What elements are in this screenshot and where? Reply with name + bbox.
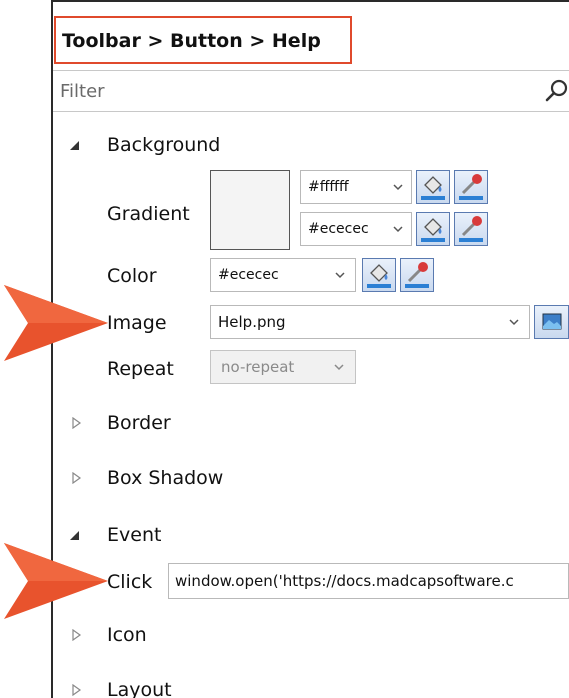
browse-image-button[interactable] xyxy=(534,305,569,339)
collapsed-triangle-icon[interactable] xyxy=(70,417,82,429)
chevron-down-icon xyxy=(393,226,403,233)
eyedropper-icon xyxy=(459,216,483,242)
paint-bucket-icon xyxy=(421,218,445,242)
section-background[interactable]: Background xyxy=(107,133,220,157)
chevron-down-icon xyxy=(393,184,403,191)
eyedropper-icon xyxy=(459,174,483,200)
fill-color-button[interactable] xyxy=(416,170,450,204)
chevron-down-icon xyxy=(335,272,345,279)
paint-bucket-icon xyxy=(421,176,445,200)
image-select[interactable]: Help.png xyxy=(210,305,530,339)
chevron-down-icon xyxy=(509,319,519,326)
collapsed-triangle-icon[interactable] xyxy=(70,472,82,484)
eyedropper-icon xyxy=(405,262,429,288)
click-event-field[interactable]: window.open('https://docs.madcapsoftware… xyxy=(168,563,569,599)
breadcrumb: Toolbar > Button > Help xyxy=(62,30,321,52)
fill-color-button[interactable] xyxy=(416,212,450,246)
image-value: Help.png xyxy=(218,313,286,331)
pick-color-button[interactable] xyxy=(454,212,488,246)
fill-color-button[interactable] xyxy=(362,258,396,292)
pick-color-button[interactable] xyxy=(454,170,488,204)
gradient-stop2-value: #ececec xyxy=(308,221,369,237)
callout-arrow-icon xyxy=(4,543,108,619)
divider xyxy=(53,111,569,112)
section-box-shadow[interactable]: Box Shadow xyxy=(107,466,223,490)
section-border[interactable]: Border xyxy=(107,411,171,435)
image-browse-icon xyxy=(542,313,562,330)
repeat-label: Repeat xyxy=(107,358,174,380)
chevron-down-icon xyxy=(334,364,344,371)
section-layout[interactable]: Layout xyxy=(107,678,172,698)
click-label: Click xyxy=(107,571,153,593)
paint-bucket-icon xyxy=(367,264,391,288)
color-label: Color xyxy=(107,265,157,287)
collapsed-triangle-icon[interactable] xyxy=(70,684,82,696)
pick-color-button[interactable] xyxy=(400,258,434,292)
search-icon[interactable] xyxy=(544,78,569,104)
repeat-value: no-repeat xyxy=(221,358,295,376)
expanded-triangle-icon[interactable] xyxy=(68,139,80,151)
gradient-preview[interactable] xyxy=(210,170,290,250)
click-event-value: window.open('https://docs.madcapsoftware… xyxy=(175,572,514,590)
image-label: Image xyxy=(107,312,167,334)
properties-panel-screenshot: Toolbar > Button > Help Background Gradi… xyxy=(0,0,569,698)
section-event[interactable]: Event xyxy=(107,523,161,547)
gradient-stop1-value: #ffffff xyxy=(308,179,349,195)
expanded-triangle-icon[interactable] xyxy=(68,529,80,541)
callout-arrow-icon xyxy=(4,285,108,361)
filter-input[interactable] xyxy=(53,72,569,110)
divider xyxy=(53,70,569,71)
color-value: #ececec xyxy=(218,267,279,283)
gradient-label: Gradient xyxy=(107,203,190,225)
collapsed-triangle-icon[interactable] xyxy=(70,629,82,641)
section-icon[interactable]: Icon xyxy=(107,623,147,647)
